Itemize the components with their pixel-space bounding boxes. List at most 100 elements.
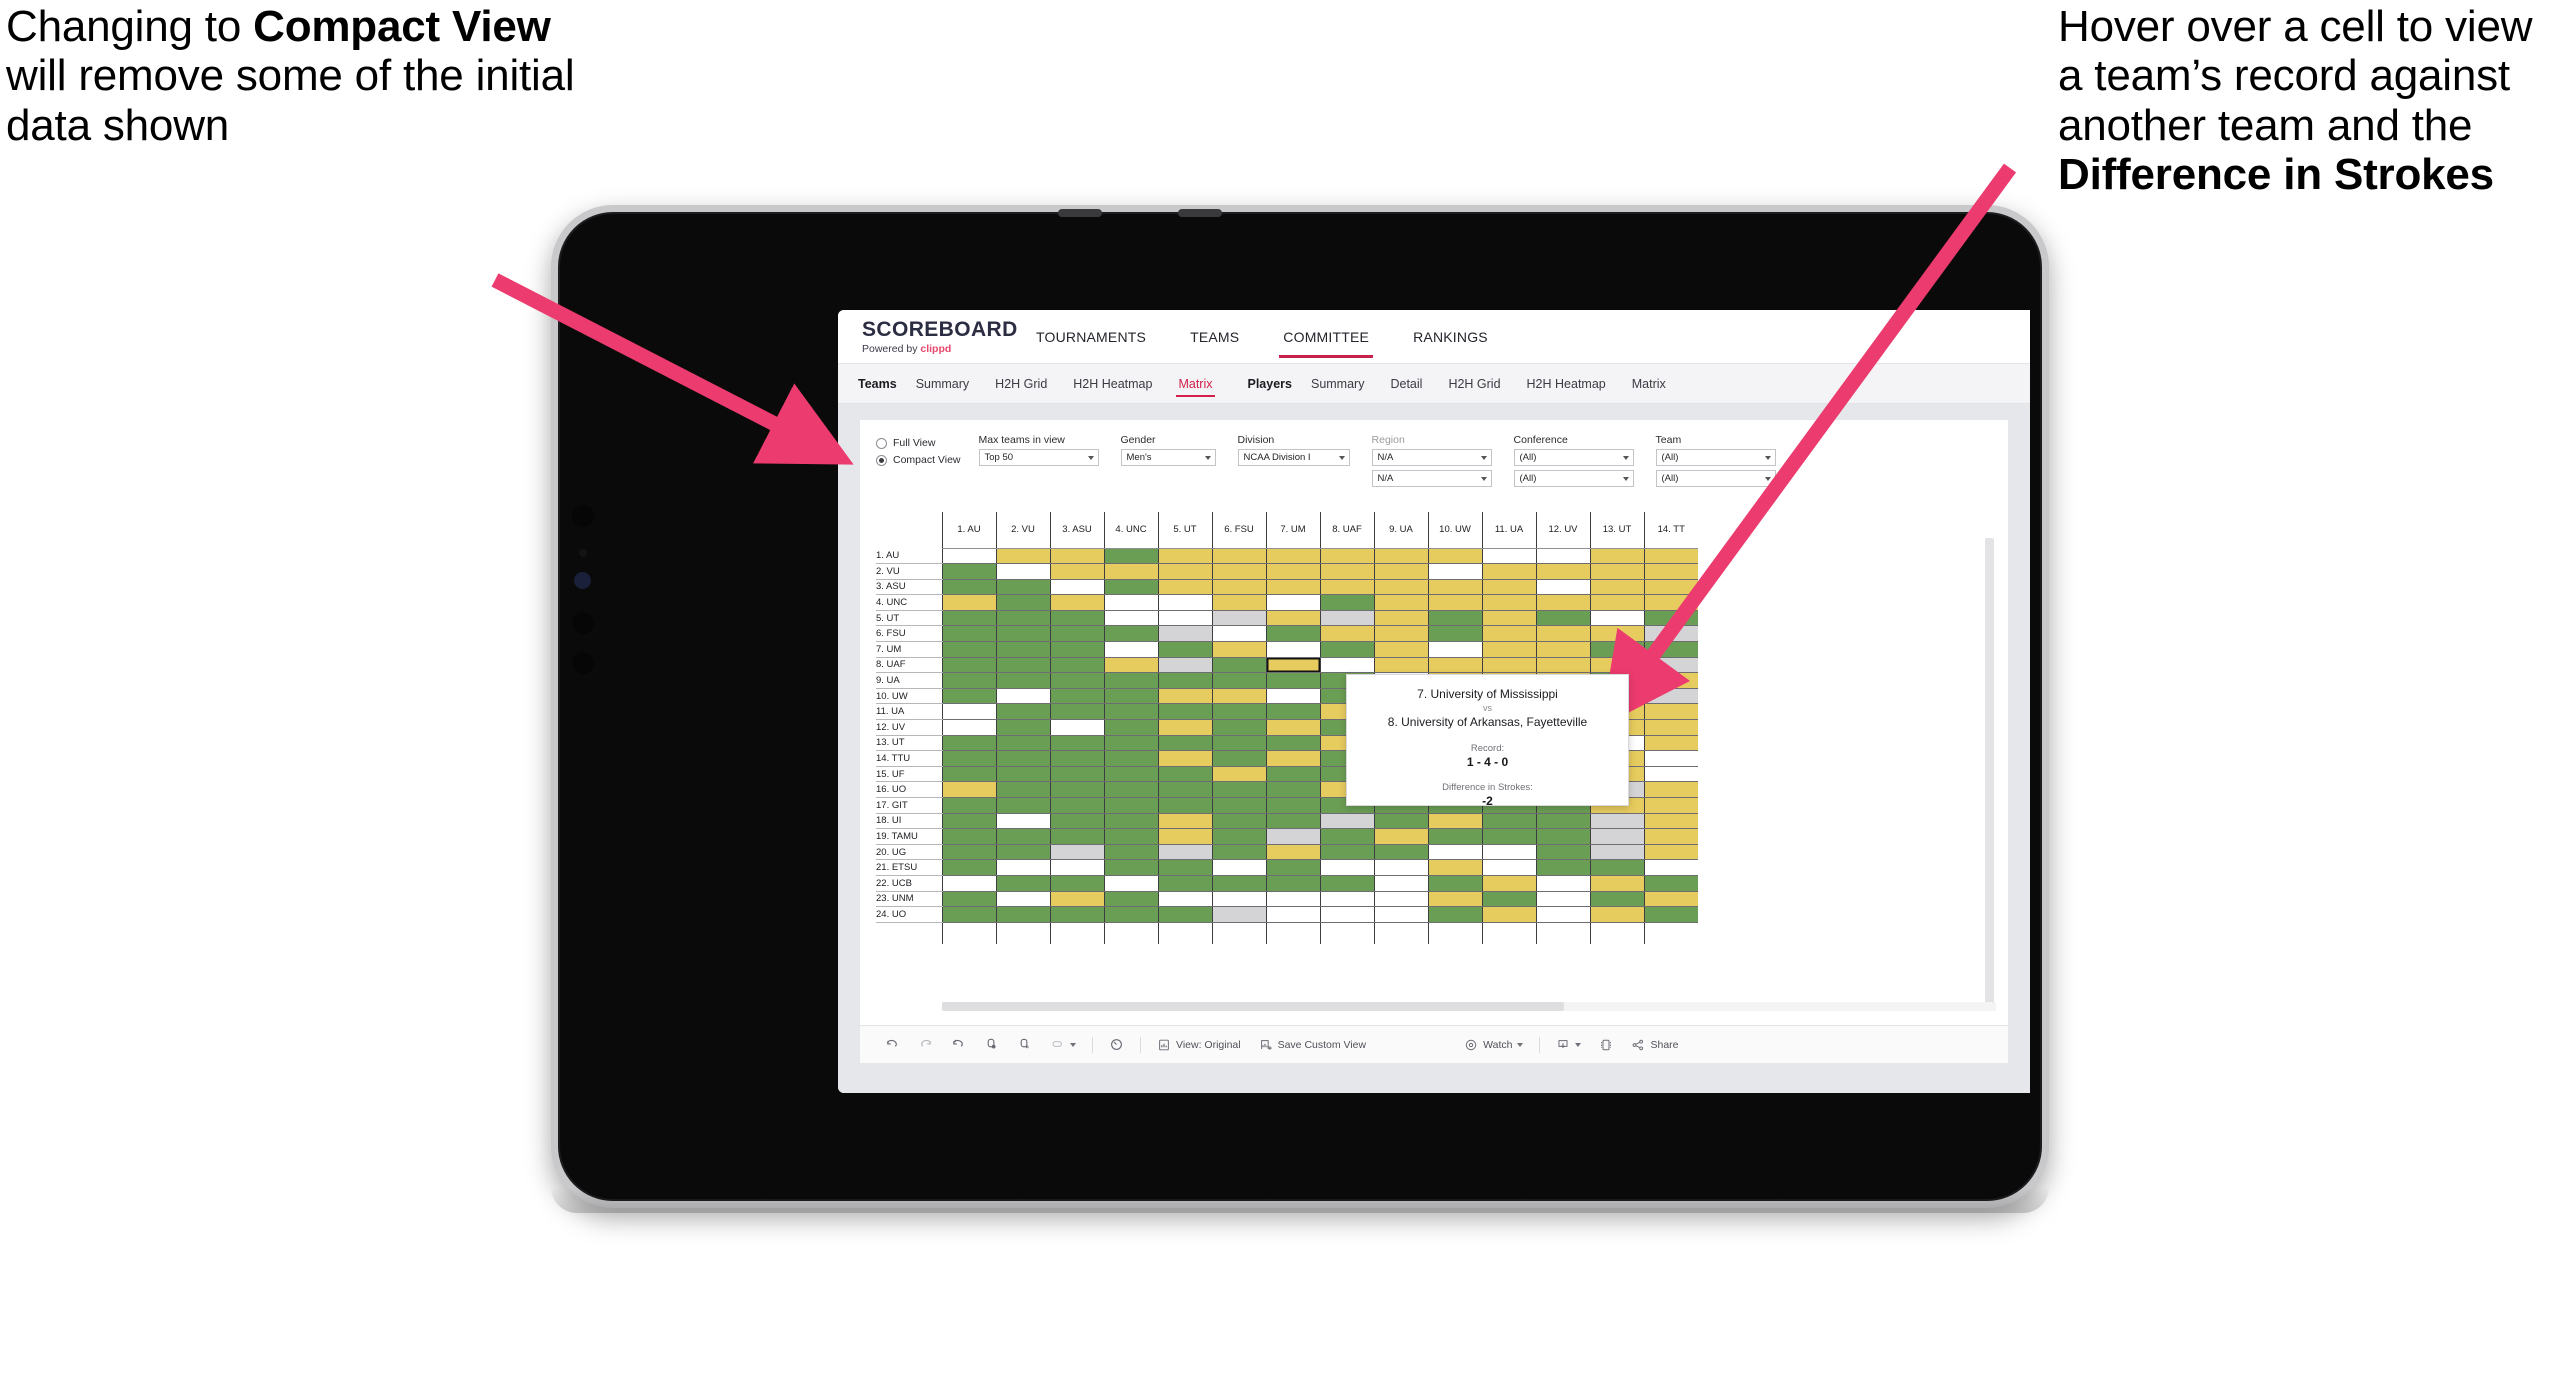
- matrix-cell[interactable]: [1049, 859, 1104, 876]
- matrix-cell[interactable]: [1589, 813, 1644, 830]
- matrix-cell[interactable]: [1535, 891, 1590, 908]
- matrix-row-header[interactable]: 13. UT: [876, 735, 942, 752]
- matrix-cell[interactable]: [1211, 579, 1266, 596]
- matrix-cell[interactable]: [1481, 859, 1536, 876]
- matrix-cell[interactable]: [1643, 891, 1698, 908]
- matrix-row-header[interactable]: 9. UA: [876, 672, 942, 689]
- matrix-cell[interactable]: [1157, 750, 1212, 767]
- tab-players-detail[interactable]: Detail: [1377, 364, 1435, 404]
- matrix-cell[interactable]: [1535, 548, 1590, 565]
- select-team-secondary[interactable]: (All): [1655, 470, 1776, 487]
- matrix-cell[interactable]: [1589, 844, 1644, 861]
- matrix-cell[interactable]: [1481, 641, 1536, 658]
- save-custom-view-button[interactable]: Save Custom View: [1250, 1026, 1376, 1064]
- matrix-cell[interactable]: [941, 672, 996, 689]
- matrix-cell[interactable]: [941, 703, 996, 721]
- matrix-cell[interactable]: [1589, 859, 1644, 876]
- matrix-cell[interactable]: [1157, 563, 1212, 580]
- matrix-cell[interactable]: [1535, 813, 1590, 830]
- matrix-cell[interactable]: [995, 657, 1050, 674]
- matrix-cell[interactable]: [1157, 641, 1212, 658]
- matrix-cell[interactable]: [1481, 579, 1536, 596]
- matrix-cell[interactable]: [1319, 875, 1374, 892]
- matrix-cell[interactable]: [1049, 563, 1104, 580]
- matrix-column-header[interactable]: 3. ASU: [1049, 512, 1104, 549]
- matrix-column-header[interactable]: 9. UA: [1373, 512, 1428, 549]
- matrix-cell[interactable]: [1049, 797, 1104, 814]
- matrix-cell[interactable]: [1373, 625, 1428, 643]
- matrix-cell[interactable]: [1535, 859, 1590, 876]
- matrix-cell[interactable]: [1211, 813, 1266, 830]
- share-button[interactable]: Share: [1622, 1026, 1687, 1064]
- matrix-cell[interactable]: [1265, 548, 1320, 565]
- matrix-cell[interactable]: [995, 625, 1050, 643]
- matrix-cell[interactable]: [1319, 657, 1374, 674]
- matrix-cell[interactable]: [1211, 688, 1266, 705]
- matrix-cell[interactable]: [941, 906, 996, 923]
- matrix-cell[interactable]: [995, 703, 1050, 721]
- matrix-cell[interactable]: [1103, 735, 1158, 752]
- matrix-cell[interactable]: [941, 750, 996, 767]
- matrix-horizontal-scrollbar-thumb[interactable]: [942, 1002, 1564, 1011]
- matrix-row-header[interactable]: 6. FSU: [876, 625, 942, 643]
- matrix-cell[interactable]: [1643, 719, 1698, 736]
- nav-item-teams[interactable]: TEAMS: [1168, 310, 1261, 364]
- matrix-cell[interactable]: [1157, 875, 1212, 892]
- matrix-cell[interactable]: [1643, 828, 1698, 845]
- matrix-cell[interactable]: [1049, 548, 1104, 565]
- matrix-cell[interactable]: [941, 766, 996, 783]
- select-region-primary[interactable]: N/A: [1371, 449, 1492, 466]
- matrix-column-header[interactable]: 7. UM: [1265, 512, 1320, 549]
- matrix-row-header[interactable]: 18. UI: [876, 813, 942, 830]
- matrix-cell[interactable]: [1427, 813, 1482, 830]
- matrix-cell[interactable]: [995, 797, 1050, 814]
- nav-item-rankings[interactable]: RANKINGS: [1391, 310, 1510, 364]
- matrix-cell[interactable]: [941, 844, 996, 861]
- matrix-cell[interactable]: [1481, 594, 1536, 611]
- matrix-cell[interactable]: [1265, 797, 1320, 814]
- matrix-cell[interactable]: [1049, 844, 1104, 861]
- matrix-cell[interactable]: [1373, 641, 1428, 658]
- matrix-cell[interactable]: [1589, 875, 1644, 892]
- matrix-cell[interactable]: [1373, 828, 1428, 845]
- matrix-cell[interactable]: [1427, 625, 1482, 643]
- matrix-cell[interactable]: [1589, 610, 1644, 627]
- matrix-cell[interactable]: [941, 891, 996, 908]
- matrix-cell[interactable]: [1157, 594, 1212, 611]
- matrix-cell[interactable]: [1481, 548, 1536, 565]
- matrix-cell[interactable]: [1535, 641, 1590, 658]
- matrix-cell[interactable]: [1481, 610, 1536, 627]
- matrix-cell[interactable]: [1265, 625, 1320, 643]
- matrix-column-header[interactable]: 4. UNC: [1103, 512, 1158, 549]
- radio-full-view[interactable]: Full View: [876, 437, 961, 449]
- matrix-cell[interactable]: [1643, 875, 1698, 892]
- matrix-cell[interactable]: [1049, 703, 1104, 721]
- matrix-cell[interactable]: [1211, 781, 1266, 798]
- matrix-cell[interactable]: [1265, 891, 1320, 908]
- matrix-cell[interactable]: [1373, 844, 1428, 861]
- matrix-cell[interactable]: [1103, 750, 1158, 767]
- matrix-cell[interactable]: [995, 579, 1050, 596]
- matrix-cell[interactable]: [1427, 875, 1482, 892]
- matrix-cell[interactable]: [1319, 859, 1374, 876]
- matrix-row-header[interactable]: 10. UW: [876, 688, 942, 705]
- matrix-cell[interactable]: [1319, 625, 1374, 643]
- matrix-cell[interactable]: [1319, 579, 1374, 596]
- fullscreen-button[interactable]: [1590, 1026, 1622, 1064]
- matrix-cell[interactable]: [1481, 844, 1536, 861]
- matrix-cell[interactable]: [1103, 548, 1158, 565]
- matrix-cell[interactable]: [1265, 859, 1320, 876]
- app-logo[interactable]: SCOREBOARD Powered by clippd: [862, 319, 1017, 355]
- matrix-row-header[interactable]: 12. UV: [876, 719, 942, 736]
- tab-teams-matrix[interactable]: Matrix: [1165, 364, 1225, 404]
- matrix-cell[interactable]: [1211, 844, 1266, 861]
- matrix-cell[interactable]: [1643, 750, 1698, 767]
- matrix-cell[interactable]: [941, 859, 996, 876]
- matrix-cell[interactable]: [1643, 672, 1698, 689]
- matrix-cell[interactable]: [995, 548, 1050, 565]
- matrix-cell[interactable]: [1589, 891, 1644, 908]
- matrix-cell[interactable]: [941, 719, 996, 736]
- matrix-cell[interactable]: [1211, 875, 1266, 892]
- matrix-cell[interactable]: [1211, 797, 1266, 814]
- matrix-cell[interactable]: [1643, 797, 1698, 814]
